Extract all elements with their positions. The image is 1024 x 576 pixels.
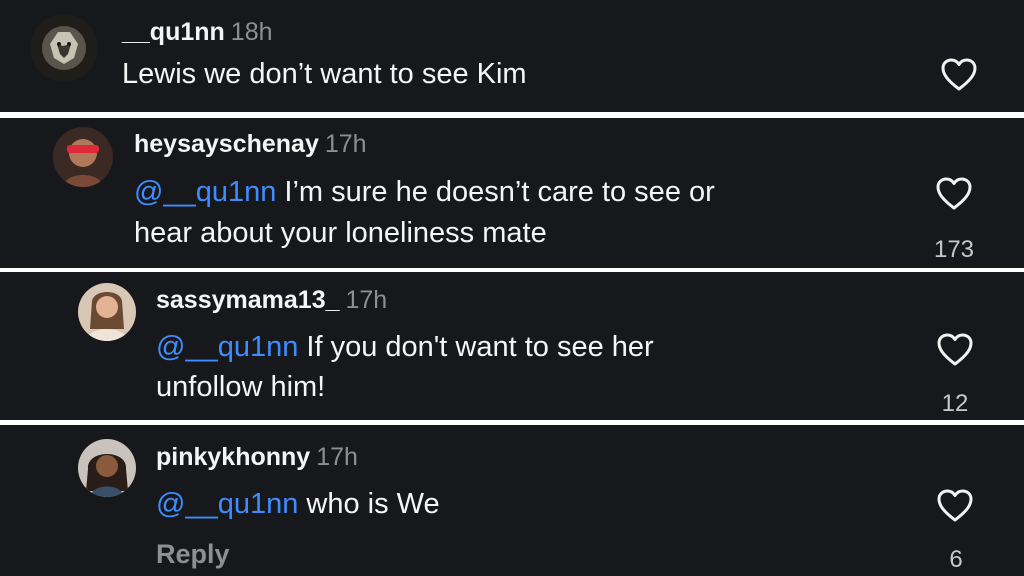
like-count: 6 (949, 546, 963, 573)
comment-text-line-1: @__qu1nn I’m sure he doesn’t care to see… (134, 172, 715, 213)
comment-username[interactable]: __qu1nn 18h (122, 18, 273, 47)
avatar-image (78, 439, 136, 497)
avatar[interactable] (78, 283, 136, 341)
comment-text: who is We (298, 488, 440, 520)
comment-text-line-2: unfollow him! (156, 371, 326, 403)
avatar[interactable] (78, 439, 136, 497)
comment-text-line-1: @__qu1nn If you don't want to see her (156, 327, 654, 368)
avatar[interactable] (30, 14, 98, 82)
username-text[interactable]: sassymama13_ (156, 286, 340, 314)
like-count: 12 (941, 390, 969, 417)
comment-item: sassymama13_ 17h @__qu1nn If you don't wa… (0, 272, 1024, 420)
avatar-image (53, 127, 113, 187)
comment-username[interactable]: pinkykhonny 17h (156, 443, 358, 472)
comment-text: I’m sure he doesn’t care to see or (276, 176, 715, 208)
comment-time: 17h (316, 443, 358, 471)
comment-username[interactable]: heysayschenay 17h (134, 130, 367, 159)
comment-username[interactable]: sassymama13_ 17h (156, 286, 387, 315)
comment-text: If you don't want to see her (298, 331, 654, 363)
comment-item: heysayschenay 17h @__qu1nn I’m sure he do… (0, 118, 1024, 268)
comment-text: Lewis we don’t want to see Kim (122, 58, 527, 90)
username-text[interactable]: heysayschenay (134, 130, 319, 158)
avatar-image (78, 283, 136, 341)
mention-link[interactable]: @__qu1nn (156, 488, 298, 520)
username-text[interactable]: pinkykhonny (156, 443, 310, 471)
comment-text-line-1: @__qu1nn who is We (156, 484, 440, 525)
lion-avatar-icon (30, 14, 98, 82)
comment-item: __qu1nn 18h Lewis we don’t want to see Ki… (0, 0, 1024, 112)
comment-time: 17h (345, 286, 388, 314)
mention-link[interactable]: @__qu1nn (156, 331, 298, 363)
comment-time: 17h (324, 130, 367, 158)
mention-link[interactable]: @__qu1nn (134, 176, 276, 208)
heart-icon[interactable] (937, 489, 973, 523)
heart-icon[interactable] (936, 177, 972, 211)
heart-icon[interactable] (937, 333, 973, 367)
heart-icon[interactable] (941, 58, 977, 92)
like-count: 173 (933, 236, 975, 263)
comment-time: 18h (230, 18, 273, 46)
reply-button[interactable]: Reply (156, 539, 230, 570)
comment-item: pinkykhonny 17h @__qu1nn who is We Reply … (0, 425, 1024, 576)
comment-text-line-2: hear about your loneliness mate (134, 217, 547, 249)
username-text[interactable]: __qu1nn (122, 18, 225, 46)
avatar[interactable] (53, 127, 113, 187)
